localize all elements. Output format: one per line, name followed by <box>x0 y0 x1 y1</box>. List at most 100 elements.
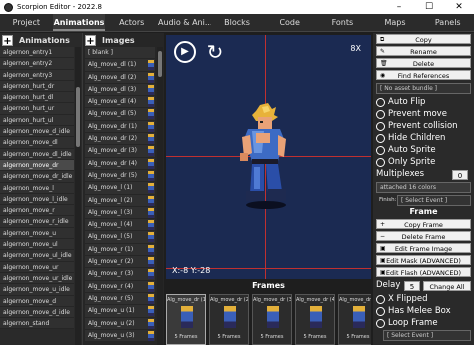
multiplexes-input[interactable]: 0 <box>452 170 468 180</box>
play-button[interactable]: ▶ <box>174 41 196 63</box>
image-list-item[interactable]: Alg_move_r (4) <box>85 280 155 293</box>
image-list-item[interactable]: Alg_move_dr (4) <box>85 157 155 170</box>
change-all-button[interactable]: Change All <box>423 281 471 291</box>
tab-fonts[interactable]: Fonts <box>316 14 369 31</box>
animation-list-item[interactable]: algernon_move_l_idle <box>0 193 74 206</box>
delay-input[interactable]: 5 <box>404 281 420 291</box>
image-list-item[interactable]: Alg_move_l (4) <box>85 219 155 232</box>
animation-list-item[interactable]: algernon_move_l <box>0 182 74 194</box>
animation-list-item[interactable]: algernon_move_dl_idle <box>0 148 74 160</box>
image-list-item[interactable]: Alg_move_l (1) <box>85 182 155 195</box>
animation-list-item[interactable]: algernon_move_u <box>0 227 74 240</box>
image-list-item[interactable]: Alg_move_l (3) <box>85 206 155 220</box>
image-list-item[interactable]: Alg_move_dr (1) <box>85 120 155 134</box>
image-list-item[interactable]: Alg_move_dl (1) <box>85 59 155 72</box>
animation-list-item[interactable]: algernon_move_dr_idle <box>0 171 74 183</box>
copy-button[interactable]: ⧉ Copy <box>376 34 471 44</box>
animation-list-item[interactable]: algernon_move_ur <box>0 261 74 273</box>
maximize-button[interactable]: ☐ <box>414 0 444 14</box>
animation-list-item[interactable]: algernon_move_ul <box>0 239 74 251</box>
frame-tile[interactable]: Alg_move_dr (2) 5 Frames <box>209 294 249 345</box>
auto-flip-option[interactable]: Auto Flip <box>376 96 425 108</box>
add-animation-button[interactable]: + <box>2 34 13 47</box>
image-list-item[interactable]: [ blank ] <box>85 47 155 60</box>
edit-frame-image-button[interactable]: ▣ Edit Frame Image <box>376 243 471 253</box>
animations-scroll-thumb[interactable] <box>76 87 80 147</box>
image-list-item[interactable]: Alg_move_dl (3) <box>85 83 155 97</box>
hide-children-option[interactable]: Hide Children <box>376 132 445 144</box>
image-list-item[interactable]: Alg_move_r (2) <box>85 256 155 269</box>
delete-button[interactable]: 🗑 Delete <box>376 58 471 68</box>
image-list-item[interactable]: Alg_move_l (2) <box>85 194 155 207</box>
reload-button[interactable]: ↻ <box>204 41 226 63</box>
frame-tile[interactable]: Alg_move_dr (5) 5 Frames <box>338 294 371 345</box>
animation-list-item[interactable]: algernon_move_r <box>0 205 74 217</box>
animation-list-item[interactable]: algernon_move_d_idle <box>0 306 74 319</box>
palette-colors[interactable]: attached 16 colors <box>376 182 471 193</box>
image-list-item[interactable]: Alg_move_u (1) <box>85 305 155 318</box>
image-list-item[interactable]: Alg_move_dl (5) <box>85 108 155 121</box>
prevent-collision-option[interactable]: Prevent collision <box>376 120 458 132</box>
images-scrollbar[interactable] <box>157 47 163 345</box>
delete-frame-button[interactable]: − Delete Frame <box>376 231 471 241</box>
image-list-item[interactable]: Alg_move_r (1) <box>85 243 155 257</box>
tab-code[interactable]: Code <box>263 14 316 31</box>
animation-list-item[interactable]: algernon_entry1 <box>0 47 74 59</box>
frame-tile[interactable]: Alg_move_dr (1) 5 Frames <box>166 294 206 345</box>
frame-tile[interactable]: Alg_move_dr (4) 5 Frames <box>295 294 335 345</box>
rename-button[interactable]: ✎ Rename <box>376 46 471 56</box>
minimize-button[interactable]: – <box>384 0 414 14</box>
only-sprite-option[interactable]: Only Sprite <box>376 156 435 168</box>
asset-bundle-select[interactable]: [ No asset bundle ] <box>376 83 471 94</box>
close-button[interactable]: ✕ <box>444 0 474 14</box>
tab-panels[interactable]: Panels <box>421 14 474 31</box>
tab-maps[interactable]: Maps <box>369 14 422 31</box>
find-references-button[interactable]: ◉ Find References <box>376 70 471 80</box>
image-list-item[interactable]: Alg_move_u (3) <box>85 329 155 343</box>
has-melee-box-option[interactable]: Has Melee Box <box>376 305 451 317</box>
animation-list-item[interactable]: algernon_entry2 <box>0 58 74 70</box>
animation-list-item[interactable]: algernon_move_ul_idle <box>0 250 74 262</box>
frame-tile[interactable]: Alg_move_dr (3) 5 Frames <box>252 294 292 345</box>
animation-list-item[interactable]: algernon_hurt_dr <box>0 80 74 93</box>
animation-list-item[interactable]: algernon_hurt_dl <box>0 92 74 104</box>
prevent-move-option[interactable]: Prevent move <box>376 108 447 120</box>
animations-scrollbar[interactable] <box>75 47 81 345</box>
tab-project[interactable]: Project <box>0 14 53 31</box>
edit-flash-button[interactable]: ▣ Edit Flash (ADVANCED) <box>376 267 471 277</box>
animation-list-item[interactable]: algernon_move_ur_idle <box>0 272 74 285</box>
tab-actors[interactable]: Actors <box>105 14 158 31</box>
image-list-item[interactable]: Alg_move_dr (2) <box>85 133 155 146</box>
animation-list-item[interactable]: algernon_entry3 <box>0 69 74 81</box>
animation-list-item[interactable]: algernon_move_d <box>0 295 74 307</box>
animation-list-item[interactable]: algernon_stand <box>0 318 74 330</box>
image-list-item[interactable]: Alg_move_dr (3) <box>85 145 155 158</box>
copy-frame-button[interactable]: + Copy Frame <box>376 219 471 229</box>
frame-event-select[interactable]: [ Select Event ] <box>383 330 471 341</box>
image-list-item[interactable]: Alg_move_l (5) <box>85 231 155 244</box>
add-image-button[interactable]: + <box>85 34 96 47</box>
image-list-item[interactable]: Alg_move_r (5) <box>85 292 155 306</box>
edit-mask-button[interactable]: ▣ Edit Mask (ADVANCED) <box>376 255 471 265</box>
animation-list-item[interactable]: algernon_move_u_idle <box>0 284 74 296</box>
animation-list-item[interactable]: algernon_move_r_idle <box>0 216 74 228</box>
tab-blocks[interactable]: Blocks <box>211 14 264 31</box>
image-list-item[interactable]: Alg_move_dl (2) <box>85 71 155 84</box>
images-scroll-thumb[interactable] <box>158 51 162 77</box>
finish-event-select[interactable]: [ Select Event ] <box>397 195 471 206</box>
loop-frame-option[interactable]: Loop Frame <box>376 317 438 329</box>
tab-audio[interactable]: Audio & Ani... <box>158 14 211 31</box>
image-list-item[interactable]: Alg_move_u (2) <box>85 317 155 330</box>
animation-list-item[interactable]: algernon_hurt_ur <box>0 103 74 115</box>
animation-list-item[interactable]: algernon_move_dr <box>0 159 74 172</box>
x-flipped-option[interactable]: X Flipped <box>376 293 428 305</box>
animation-list-item[interactable]: algernon_hurt_ul <box>0 114 74 127</box>
auto-sprite-option[interactable]: Auto Sprite <box>376 144 436 156</box>
image-list-item[interactable]: Alg_move_dr (5) <box>85 169 155 183</box>
image-list-item[interactable]: Alg_move_r (3) <box>85 268 155 281</box>
image-list-item[interactable]: Alg_move_dl (4) <box>85 96 155 109</box>
animation-list-item[interactable]: algernon_move_dl <box>0 137 74 149</box>
animation-list-item[interactable]: algernon_move_d_idle <box>0 126 74 138</box>
animation-preview[interactable]: ▶ ↻ 8X X:-8 Y:-28 <box>166 35 371 279</box>
tab-animations[interactable]: Animations <box>52 14 106 31</box>
